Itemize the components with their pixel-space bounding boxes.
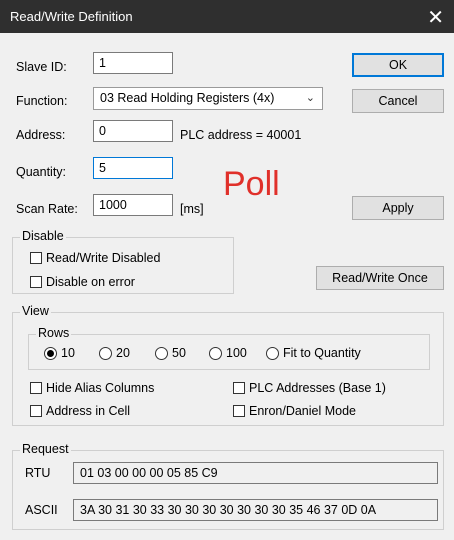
view-group-title: View [20,304,51,318]
rows-option-label: 100 [226,346,247,360]
ascii-label: ASCII [25,503,58,517]
chevron-down-icon: ⌄ [305,92,315,104]
scan-rate-label: Scan Rate: [16,202,78,216]
rows-radio-100[interactable]: 100 [209,346,247,360]
disable-group-title: Disable [20,229,66,243]
hide-alias-columns-label: Hide Alias Columns [46,381,155,395]
slave-id-label: Slave ID: [16,60,67,74]
rows-option-label: Fit to Quantity [283,346,361,360]
plc-addresses-base1-checkbox[interactable]: PLC Addresses (Base 1) [233,381,386,395]
disable-on-error-checkbox[interactable]: Disable on error [30,275,135,289]
read-write-once-button[interactable]: Read/Write Once [316,266,444,290]
rtu-label: RTU [25,466,51,480]
hide-alias-columns-checkbox[interactable]: Hide Alias Columns [30,381,154,395]
quantity-input[interactable]: 5 [93,157,173,179]
close-icon[interactable]: ✕ [427,5,444,30]
slave-id-input[interactable]: 1 [93,52,173,74]
read-write-disabled-label: Read/Write Disabled [46,251,161,265]
plc-addresses-base1-label: PLC Addresses (Base 1) [249,381,386,395]
poll-overlay-text: Poll [223,165,280,203]
enron-daniel-mode-checkbox[interactable]: Enron/Daniel Mode [233,404,356,418]
ok-button[interactable]: OK [352,53,444,77]
radio-indicator [209,346,222,360]
request-group-title: Request [20,442,71,456]
rows-radio-fit-to-quantity[interactable]: Fit to Quantity [266,346,361,360]
radio-indicator [99,346,112,360]
cancel-button[interactable]: Cancel [352,89,444,113]
rows-option-label: 50 [172,346,186,360]
rows-radio-10[interactable]: 10 [44,346,75,360]
address-input[interactable]: 0 [93,120,173,142]
read-write-disabled-checkbox[interactable]: Read/Write Disabled [30,251,160,265]
rows-radio-20[interactable]: 20 [99,346,130,360]
checkbox-box [233,405,245,417]
function-select[interactable]: 03 Read Holding Registers (4x) ⌄ [93,87,323,110]
disable-on-error-label: Disable on error [46,275,135,289]
radio-indicator [266,346,279,360]
radio-indicator [155,346,168,360]
window-title: Read/Write Definition [10,9,133,24]
read-write-definition-dialog: Read/Write Definition ✕ Slave ID: 1 Func… [0,0,454,540]
scan-rate-unit: [ms] [180,202,204,216]
function-label: Function: [16,94,68,108]
checkbox-box [30,405,42,417]
checkbox-box [30,252,42,264]
rows-option-label: 10 [61,346,75,360]
rows-radio-50[interactable]: 50 [155,346,186,360]
rows-group-title: Rows [36,326,72,340]
address-in-cell-label: Address in Cell [46,404,131,418]
checkbox-box [30,276,42,288]
checkbox-box [233,382,245,394]
rtu-request-field: 01 03 00 00 00 05 85 C9 [73,462,438,484]
checkbox-box [30,382,42,394]
address-label: Address: [16,128,66,142]
rows-option-label: 20 [116,346,130,360]
scan-rate-input[interactable]: 1000 [93,194,173,216]
address-in-cell-checkbox[interactable]: Address in Cell [30,404,130,418]
apply-button[interactable]: Apply [352,196,444,220]
plc-address-text: PLC address = 40001 [180,128,302,142]
title-bar: Read/Write Definition ✕ [0,0,454,33]
enron-daniel-mode-label: Enron/Daniel Mode [249,404,357,418]
quantity-label: Quantity: [16,165,67,179]
function-select-value: 03 Read Holding Registers (4x) [100,91,275,105]
ascii-request-field: 3A 30 31 30 33 30 30 30 30 30 30 30 35 4… [73,499,438,521]
radio-indicator [44,346,57,360]
